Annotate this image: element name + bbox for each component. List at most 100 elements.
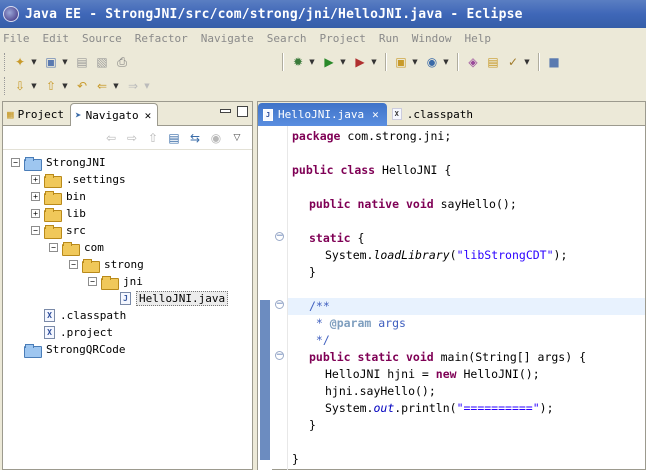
back-icon[interactable]: ⇦ xyxy=(102,129,120,147)
view-menu-icon[interactable]: ▽ xyxy=(228,129,246,147)
fold-collapse-icon[interactable]: − xyxy=(275,232,284,241)
new-wizard-icon[interactable]: ▣ xyxy=(42,53,60,71)
fold-collapse-icon[interactable]: − xyxy=(275,300,284,309)
menu-navigate[interactable]: Navigate xyxy=(200,32,255,45)
tab-navigator[interactable]: ➤ Navigato ✕ xyxy=(69,103,159,126)
menu-source[interactable]: Source xyxy=(81,32,123,45)
forward-icon[interactable]: ⇨ xyxy=(123,129,141,147)
search-dropdown-icon[interactable]: ▼ xyxy=(523,53,531,71)
menu-file[interactable]: File xyxy=(2,32,31,45)
collapse-icon[interactable]: − xyxy=(31,226,40,235)
code-text: HelloJNI(); xyxy=(456,367,540,381)
code-text: sayHello(); xyxy=(433,197,517,211)
filters-icon[interactable]: ◉ xyxy=(207,129,225,147)
new-java-class-icon[interactable]: ◉ xyxy=(423,53,441,71)
back-dropdown-icon[interactable]: ▼ xyxy=(112,77,120,95)
expand-icon[interactable]: + xyxy=(31,209,40,218)
toolbar-grip[interactable] xyxy=(4,53,7,71)
menu-search[interactable]: Search xyxy=(266,32,308,45)
next-annotation-dropdown-icon[interactable]: ▼ xyxy=(30,77,38,95)
save-icon[interactable]: ▤ xyxy=(73,53,91,71)
run-icon[interactable]: ▶ xyxy=(320,53,338,71)
toolbar-grip[interactable] xyxy=(4,77,7,95)
tree-item-src[interactable]: − src xyxy=(3,222,252,239)
collapse-icon[interactable]: − xyxy=(69,260,78,269)
tab-project-label: Project xyxy=(17,107,64,121)
minimize-icon[interactable] xyxy=(220,109,231,113)
overview-ruler xyxy=(258,126,272,470)
new-dropdown-icon[interactable]: ▼ xyxy=(30,53,38,71)
tree-item-settings[interactable]: + .settings xyxy=(3,171,252,188)
new-server-dropdown-icon[interactable]: ▼ xyxy=(411,53,419,71)
code-line: System.out.println("=========="); xyxy=(325,400,554,417)
print-icon[interactable]: ⎙ xyxy=(113,53,131,71)
expand-icon[interactable]: + xyxy=(31,192,40,201)
menu-project[interactable]: Project xyxy=(318,32,366,45)
resource-tree: − StrongJNI + .settings + bin + lib − sr… xyxy=(3,150,252,358)
tree-item-label: .settings xyxy=(66,173,126,186)
save-all-icon[interactable]: ▧ xyxy=(93,53,111,71)
open-folder-icon[interactable]: ▤ xyxy=(484,53,502,71)
tree-item-com[interactable]: − com xyxy=(3,239,252,256)
project-explorer-icon: ▦ xyxy=(7,107,14,121)
tab-classpath[interactable]: X .classpath xyxy=(387,103,481,125)
tree-item-project-file[interactable]: X .project xyxy=(3,324,252,341)
menu-window[interactable]: Window xyxy=(411,32,453,45)
debug-icon[interactable]: ✹ xyxy=(289,53,307,71)
external-tools-icon[interactable]: ▶ xyxy=(351,53,369,71)
expand-icon[interactable]: + xyxy=(31,175,40,184)
tree-item-strongqrcode[interactable]: StrongQRCode xyxy=(3,341,252,358)
last-edit-location-icon[interactable]: ↶ xyxy=(73,77,91,95)
tree-item-lib[interactable]: + lib xyxy=(3,205,252,222)
previous-annotation-dropdown-icon[interactable]: ▼ xyxy=(61,77,69,95)
close-icon[interactable]: ✕ xyxy=(145,109,152,122)
collapse-icon[interactable]: − xyxy=(11,158,20,167)
tree-item-strong[interactable]: − strong xyxy=(3,256,252,273)
fold-collapse-icon[interactable]: − xyxy=(275,351,284,360)
next-annotation-icon[interactable]: ⇩ xyxy=(11,77,29,95)
menu-edit[interactable]: Edit xyxy=(42,32,71,45)
collapse-all-icon[interactable]: ▤ xyxy=(165,129,183,147)
code-text: } xyxy=(309,265,316,279)
tree-item-hellojni-java[interactable]: J HelloJNI.java xyxy=(3,290,252,307)
tab-project[interactable]: ▦ Project xyxy=(3,103,70,125)
menu-help[interactable]: Help xyxy=(463,32,492,45)
code-line: } xyxy=(292,451,299,468)
code-line: hjni.sayHello(); xyxy=(325,383,436,400)
code-line: HelloJNI hjni = new HelloJNI(); xyxy=(325,366,540,383)
menu-run[interactable]: Run xyxy=(378,32,400,45)
tree-item-jni[interactable]: − jni xyxy=(3,273,252,290)
link-with-editor-icon[interactable]: ⇆ xyxy=(186,129,204,147)
tab-hellojni-java[interactable]: J HelloJNI.java ✕ xyxy=(258,103,387,126)
up-icon[interactable]: ⇧ xyxy=(144,129,162,147)
external-tools-dropdown-icon[interactable]: ▼ xyxy=(370,53,378,71)
forward-icon[interactable]: ⇒ xyxy=(124,77,142,95)
new-java-class-dropdown-icon[interactable]: ▼ xyxy=(442,53,450,71)
previous-annotation-icon[interactable]: ⇧ xyxy=(42,77,60,95)
close-icon[interactable]: ✕ xyxy=(372,108,379,121)
debug-dropdown-icon[interactable]: ▼ xyxy=(308,53,316,71)
new-server-icon[interactable]: ▣ xyxy=(392,53,410,71)
tree-item-label: src xyxy=(66,224,86,237)
forward-dropdown-icon[interactable]: ▼ xyxy=(143,77,151,95)
new-icon[interactable]: ✦ xyxy=(11,53,29,71)
back-icon[interactable]: ⇐ xyxy=(93,77,111,95)
code-line: package com.strong.jni; xyxy=(292,128,451,145)
new-wizard-dropdown-icon[interactable]: ▼ xyxy=(61,53,69,71)
tree-item-classpath[interactable]: X .classpath xyxy=(3,307,252,324)
java-editor: J HelloJNI.java ✕ X .classpath − − − pac… xyxy=(257,101,646,470)
maximize-icon[interactable] xyxy=(237,106,248,117)
tree-item-label: strong xyxy=(104,258,144,271)
perspective-icon[interactable]: ■ xyxy=(545,53,563,71)
keyword: void xyxy=(405,350,434,364)
search-icon[interactable]: ✓ xyxy=(504,53,522,71)
collapse-icon[interactable]: − xyxy=(49,243,58,252)
method-name: loadLibrary xyxy=(373,248,450,262)
menu-refactor[interactable]: Refactor xyxy=(134,32,189,45)
tree-item-bin[interactable]: + bin xyxy=(3,188,252,205)
open-type-icon[interactable]: ◈ xyxy=(464,53,482,71)
code-area[interactable]: − − − package com.strong.jni; public cla… xyxy=(258,126,645,470)
run-dropdown-icon[interactable]: ▼ xyxy=(339,53,347,71)
tree-item-strongjni[interactable]: − StrongJNI xyxy=(3,154,252,171)
collapse-icon[interactable]: − xyxy=(88,277,97,286)
